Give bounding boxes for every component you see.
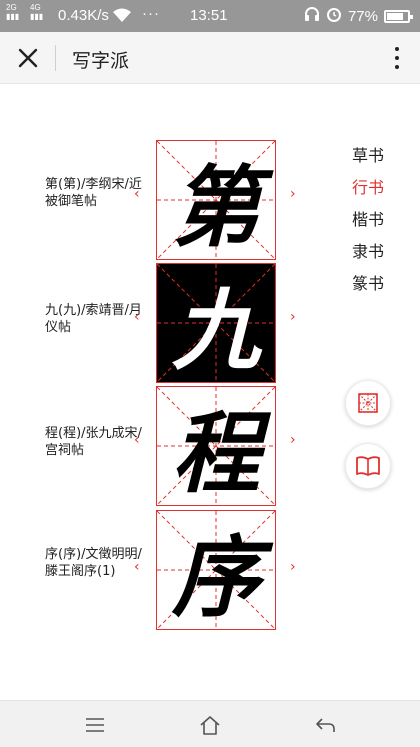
battery-icon (384, 9, 413, 23)
clock: 13:51 (190, 7, 228, 24)
style-item-running[interactable]: 行书 (343, 177, 393, 209)
char-glyph-0: 第 (171, 154, 260, 259)
prev-arrow-2[interactable]: ‹ (134, 433, 140, 447)
char-cell-2[interactable]: 程 (156, 386, 276, 506)
page-title: 写字派 (72, 50, 130, 72)
copybook-button[interactable] (345, 443, 391, 489)
system-nav-bar (0, 700, 420, 747)
battery-percent: 77% (347, 7, 378, 25)
book-icon (356, 456, 380, 476)
wifi-icon (112, 7, 132, 27)
char-cell-1[interactable]: 九 (156, 263, 276, 383)
grid-toggle-button[interactable] (345, 380, 391, 426)
back-icon (316, 718, 335, 732)
menu-button[interactable] (82, 713, 108, 737)
signal-indicator-2: 4G ▮▮▮ (30, 3, 44, 21)
title-divider (55, 45, 56, 71)
title-bar: 写字派 (0, 32, 420, 84)
alarm-icon (326, 6, 342, 26)
next-arrow-2[interactable]: › (290, 433, 296, 447)
caption-1: 九(九)/索靖晋/月仪帖 (45, 303, 142, 335)
caption-3: 序(序)/文徵明明/滕王阁序(1) (45, 547, 142, 579)
caption-0: 第(第)/李纲宋/近被御笔帖 (45, 177, 142, 209)
style-item-regular[interactable]: 楷书 (343, 209, 393, 241)
prev-arrow-1[interactable]: ‹ (134, 310, 140, 324)
script-style-menu: 草书 行书 楷书 隶书 篆书 (343, 145, 393, 305)
net-speed: 0.43K/s (58, 7, 109, 24)
status-bar: 2G ▮▮▮ 4G ▮▮▮ 0.43K/s ··· 13:51 77% (0, 0, 420, 32)
style-item-clerical[interactable]: 隶书 (343, 241, 393, 273)
char-glyph-3: 序 (171, 524, 260, 629)
back-button[interactable] (313, 713, 339, 737)
char-cell-0[interactable]: 第 (156, 140, 276, 260)
char-glyph-1: 九 (171, 277, 260, 382)
prev-arrow-3[interactable]: ‹ (134, 560, 140, 574)
next-arrow-1[interactable]: › (290, 310, 296, 324)
next-arrow-0[interactable]: › (290, 187, 296, 201)
prev-arrow-0[interactable]: ‹ (134, 187, 140, 201)
menu-icon (86, 718, 104, 732)
headset-icon (304, 6, 320, 26)
char-cell-3[interactable]: 序 (156, 510, 276, 630)
grid-icon (358, 393, 378, 413)
signal-indicator-1: 2G ▮▮▮ (6, 3, 20, 21)
caption-2: 程(程)/张九成宋/宫祠帖 (45, 426, 142, 458)
style-item-seal[interactable]: 篆书 (343, 273, 393, 305)
home-icon (200, 716, 220, 735)
next-arrow-3[interactable]: › (290, 560, 296, 574)
more-notifications-icon: ··· (142, 5, 160, 22)
more-icon (395, 47, 399, 51)
close-icon (18, 48, 38, 68)
close-button[interactable] (14, 44, 42, 72)
char-glyph-2: 程 (171, 400, 260, 505)
style-item-cursive[interactable]: 草书 (343, 145, 393, 177)
home-button[interactable] (197, 713, 223, 737)
more-button[interactable] (392, 44, 402, 72)
